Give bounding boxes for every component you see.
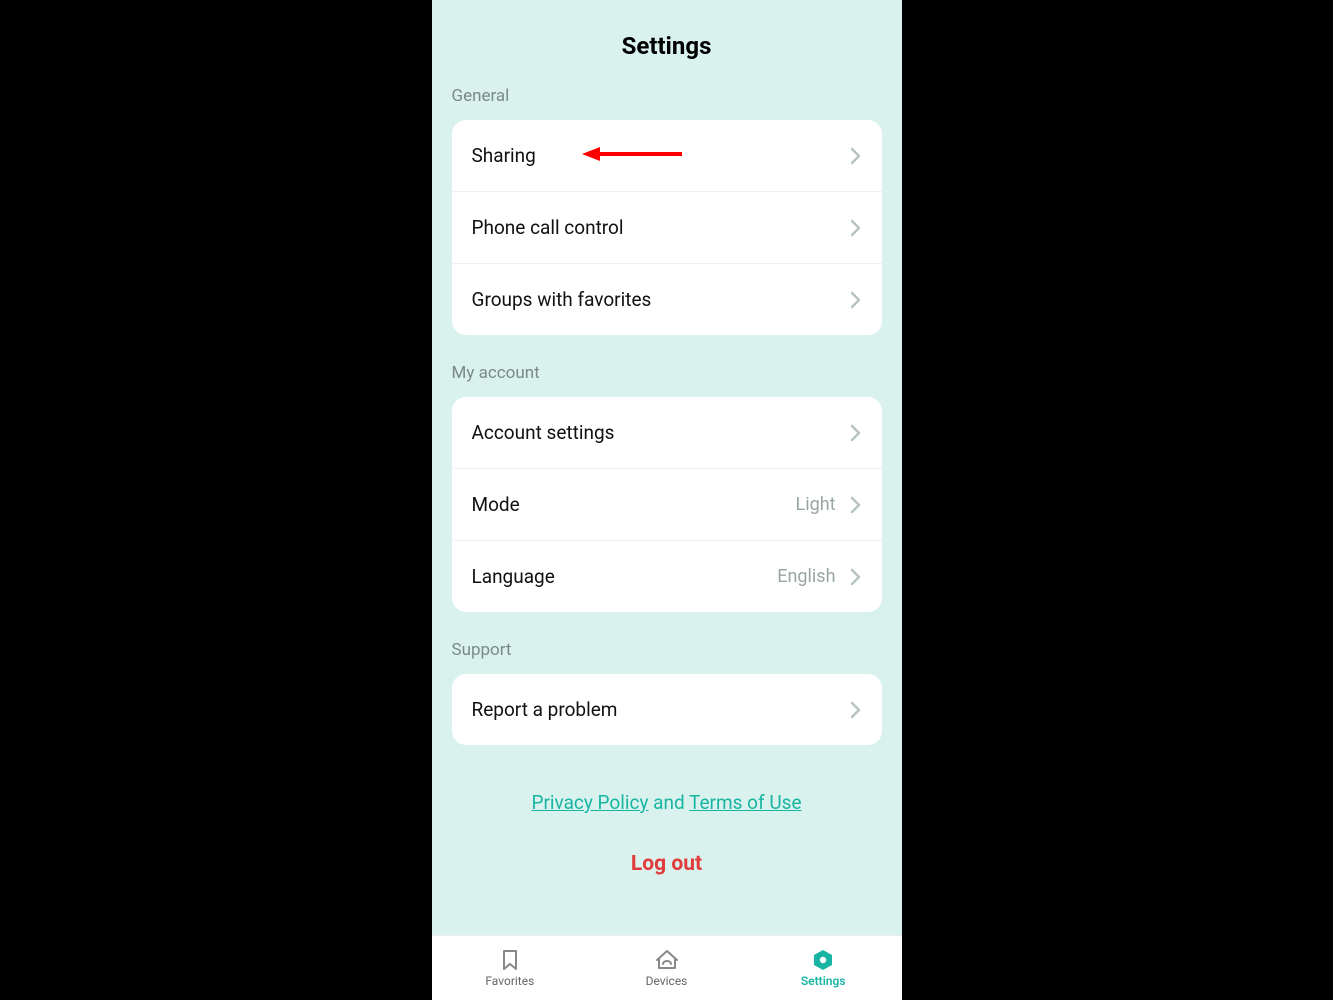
chevron-right-icon — [850, 496, 862, 514]
row-label: Groups with favorites — [472, 288, 850, 311]
tab-favorites[interactable]: Favorites — [432, 936, 589, 1000]
row-phone-call-control[interactable]: Phone call control — [452, 192, 882, 264]
row-groups-with-favorites[interactable]: Groups with favorites — [452, 264, 882, 335]
section-header-my-account: My account — [432, 363, 902, 397]
row-value: English — [777, 566, 835, 587]
row-label: Language — [472, 565, 778, 588]
settings-icon — [810, 948, 836, 972]
home-icon — [654, 948, 680, 972]
row-label: Report a problem — [472, 698, 850, 721]
row-account-settings[interactable]: Account settings — [452, 397, 882, 469]
chevron-right-icon — [850, 424, 862, 442]
chevron-right-icon — [850, 219, 862, 237]
tab-label: Devices — [646, 974, 688, 988]
row-value: Light — [796, 494, 836, 515]
tab-devices[interactable]: Devices — [588, 936, 745, 1000]
chevron-right-icon — [850, 701, 862, 719]
row-report-problem[interactable]: Report a problem — [452, 674, 882, 745]
chevron-right-icon — [850, 147, 862, 165]
tab-bar: Favorites Devices Settings — [432, 935, 902, 1000]
row-sharing[interactable]: Sharing — [452, 120, 882, 192]
section-header-general: General — [432, 86, 902, 120]
support-card: Report a problem — [452, 674, 882, 745]
tab-label: Settings — [801, 974, 846, 988]
logout-button[interactable]: Log out — [432, 814, 902, 876]
footer-and: and — [648, 791, 689, 814]
general-card: Sharing Phone call control Group — [452, 120, 882, 335]
row-label: Account settings — [472, 421, 850, 444]
bookmark-icon — [498, 948, 522, 972]
row-label: Phone call control — [472, 216, 850, 239]
scroll-content[interactable]: Settings General Sharing Phone call cont… — [432, 0, 902, 1000]
privacy-policy-link[interactable]: Privacy Policy — [531, 791, 648, 814]
row-label: Mode — [472, 493, 796, 516]
row-mode[interactable]: Mode Light — [452, 469, 882, 541]
chevron-right-icon — [850, 568, 862, 586]
row-label: Sharing — [472, 144, 850, 167]
chevron-right-icon — [850, 291, 862, 309]
my-account-card: Account settings Mode Light Language Eng… — [452, 397, 882, 612]
tab-settings[interactable]: Settings — [745, 936, 902, 1000]
footer-links: Privacy Policy and Terms of Use — [432, 773, 902, 814]
section-header-support: Support — [432, 640, 902, 674]
tab-label: Favorites — [485, 974, 534, 988]
row-language[interactable]: Language English — [452, 541, 882, 612]
page-title: Settings — [432, 0, 902, 86]
settings-screen: Settings General Sharing Phone call cont… — [432, 0, 902, 1000]
terms-of-use-link[interactable]: Terms of Use — [689, 791, 801, 814]
